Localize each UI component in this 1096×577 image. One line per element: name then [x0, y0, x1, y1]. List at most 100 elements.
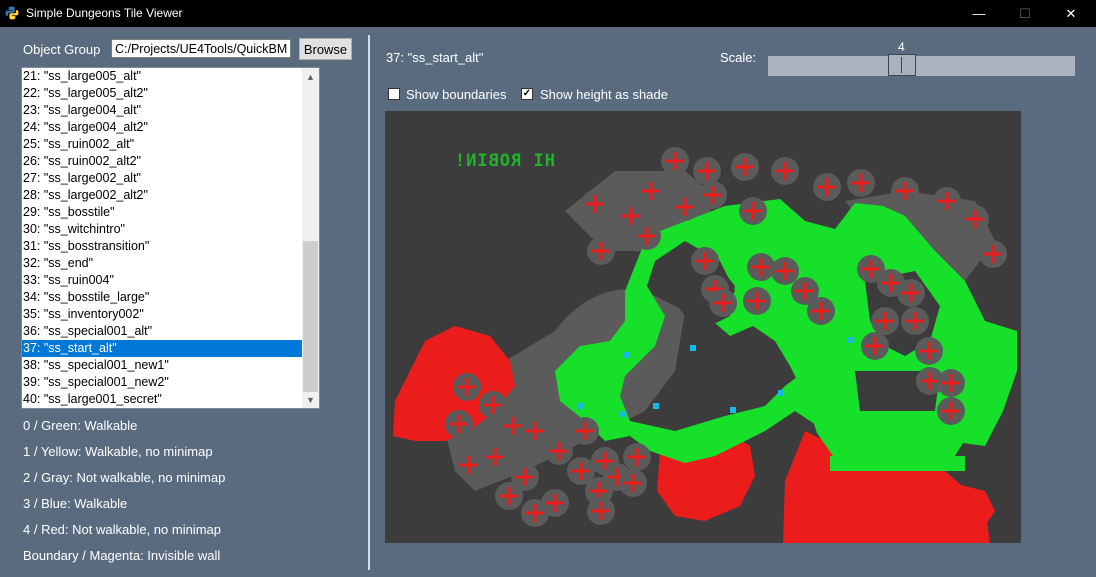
- object-group-label: Object Group: [23, 42, 101, 57]
- red-cross-marker-icon: [661, 147, 689, 175]
- red-cross-marker-icon: [541, 489, 569, 517]
- red-cross-marker-icon: [587, 497, 615, 525]
- scale-label: Scale:: [720, 50, 757, 65]
- maximize-button[interactable]: ☐: [1002, 0, 1048, 27]
- selected-tile-title: 37: "ss_start_alt": [386, 50, 484, 65]
- tile-list-item[interactable]: 33: "ss_ruin004": [22, 272, 304, 289]
- red-cross-marker-icon: [455, 451, 483, 479]
- red-cross-marker-icon: [453, 373, 481, 401]
- checkmark-icon: ✓: [522, 88, 532, 99]
- browse-button[interactable]: Browse: [299, 38, 352, 60]
- legend-boundary: Boundary / Magenta: Invisible wall: [23, 548, 221, 563]
- red-cross-marker-icon: [691, 247, 719, 275]
- tile-list-item[interactable]: 26: "ss_ruin002_alt2": [22, 153, 304, 170]
- tile-list[interactable]: 21: "ss_large005_alt" 22: "ss_large005_al…: [21, 67, 320, 409]
- tile-list-item[interactable]: 29: "ss_bosstile": [22, 204, 304, 221]
- legend-blue: 3 / Blue: Walkable: [23, 496, 128, 511]
- tile-list-item[interactable]: 22: "ss_large005_alt2": [22, 85, 304, 102]
- red-cross-marker-icon: [545, 437, 573, 465]
- red-cross-marker-icon: [587, 237, 615, 265]
- legend-gray: 2 / Gray: Not walkable, no minimap: [23, 470, 226, 485]
- tile-list-item[interactable]: 27: "ss_large002_alt": [22, 170, 304, 187]
- title-bar: Simple Dungeons Tile Viewer — ☐ ✕: [0, 0, 1096, 27]
- red-cross-marker-icon: [901, 307, 929, 335]
- red-cross-marker-icon: [847, 169, 875, 197]
- red-cross-marker-icon: [743, 287, 771, 315]
- tile-list-item[interactable]: 39: "ss_special001_new2": [22, 374, 304, 391]
- tile-list-item[interactable]: 24: "ss_large004_alt2": [22, 119, 304, 136]
- scroll-up-arrow-icon[interactable]: ▲: [302, 68, 319, 85]
- red-cross-marker-icon: [709, 289, 737, 317]
- red-cross-marker-icon: [619, 469, 647, 497]
- tile-list-item[interactable]: 34: "ss_bosstile_large": [22, 289, 304, 306]
- red-cross-marker-icon: [807, 297, 835, 325]
- show-height-checkbox[interactable]: ✓: [521, 88, 533, 100]
- tile-list-item[interactable]: 32: "ss_end": [22, 255, 304, 272]
- red-cross-marker-icon: [479, 391, 507, 419]
- object-group-path-input[interactable]: [111, 39, 291, 58]
- red-cross-marker-icon: [571, 417, 599, 445]
- red-cross-marker-icon: [897, 279, 925, 307]
- red-cross-marker-icon: [871, 307, 899, 335]
- red-cross-marker-icon: [623, 443, 651, 471]
- red-cross-marker-icon: [731, 153, 759, 181]
- show-boundaries-label[interactable]: Show boundaries: [406, 87, 506, 102]
- legend-green: 0 / Green: Walkable: [23, 418, 138, 433]
- show-boundaries-checkbox[interactable]: [388, 88, 400, 100]
- red-cross-marker-icon: [445, 410, 473, 438]
- red-cross-marker-icon: [771, 157, 799, 185]
- tile-text: HI ROBIN!: [454, 151, 555, 171]
- red-cross-marker-icon: [739, 197, 767, 225]
- red-cross-marker-icon: [937, 397, 965, 425]
- panel-divider: [368, 35, 370, 570]
- tile-list-item[interactable]: 38: "ss_special001_new1": [22, 357, 304, 374]
- python-logo-icon: [5, 6, 19, 20]
- red-cross-marker-icon: [633, 222, 661, 250]
- tile-map: HI ROBIN!: [393, 147, 1017, 543]
- red-cross-marker-icon: [495, 482, 523, 510]
- red-cross-marker-icon: [699, 181, 727, 209]
- legend-yellow: 1 / Yellow: Walkable, no minimap: [23, 444, 213, 459]
- scale-value: 4: [898, 40, 905, 54]
- show-height-label[interactable]: Show height as shade: [540, 87, 668, 102]
- tile-list-item[interactable]: 28: "ss_large002_alt2": [22, 187, 304, 204]
- tile-list-item[interactable]: 25: "ss_ruin002_alt": [22, 136, 304, 153]
- tile-text-mirrored: HI ROBIN!: [454, 151, 555, 171]
- red-cross-marker-icon: [979, 240, 1007, 268]
- red-cross-marker-icon: [771, 257, 799, 285]
- red-cross-marker-icon: [933, 187, 961, 215]
- red-cross-marker-icon: [813, 173, 841, 201]
- red-cross-marker-icon: [481, 443, 509, 471]
- window-title: Simple Dungeons Tile Viewer: [26, 6, 183, 20]
- red-cross-marker-icon: [961, 205, 989, 233]
- red-cross-marker-icon: [581, 190, 609, 218]
- scale-slider[interactable]: [768, 56, 1075, 76]
- tile-list-item[interactable]: 31: "ss_bosstransition": [22, 238, 304, 255]
- red-cross-marker-icon: [891, 177, 919, 205]
- main-content: Object Group Browse 21: "ss_large005_alt…: [0, 27, 1096, 577]
- scroll-down-arrow-icon[interactable]: ▼: [302, 391, 319, 408]
- red-cross-marker-icon: [637, 177, 665, 205]
- red-cross-marker-icon: [521, 417, 549, 445]
- tile-list-item[interactable]: 30: "ss_witchintro": [22, 221, 304, 238]
- tile-list-item[interactable]: 36: "ss_special001_alt": [22, 323, 304, 340]
- tile-list-item[interactable]: 23: "ss_large004_alt": [22, 102, 304, 119]
- red-cross-marker-icon: [937, 369, 965, 397]
- close-button[interactable]: ✕: [1048, 0, 1094, 27]
- tile-list-item[interactable]: 40: "ss_large001_secret": [22, 391, 304, 408]
- tile-list-item[interactable]: 35: "ss_inventory002": [22, 306, 304, 323]
- red-cross-marker-icon: [671, 193, 699, 221]
- legend-red: 4 / Red: Not walkable, no minimap: [23, 522, 221, 537]
- red-cross-marker-icon: [693, 157, 721, 185]
- scrollbar-thumb[interactable]: [303, 241, 318, 392]
- tile-list-scrollbar[interactable]: ▲ ▼: [302, 68, 319, 408]
- red-cross-marker-icon: [915, 337, 943, 365]
- tile-list-item[interactable]: 37: "ss_start_alt": [22, 340, 304, 357]
- red-cross-marker-icon: [861, 332, 889, 360]
- tile-preview: HI ROBIN!: [385, 111, 1021, 543]
- red-cross-marker-icon: [747, 253, 775, 281]
- minimize-button[interactable]: —: [956, 0, 1002, 27]
- tile-list-items: 21: "ss_large005_alt" 22: "ss_large005_al…: [22, 68, 304, 408]
- scale-slider-thumb[interactable]: [888, 54, 916, 76]
- tile-list-item[interactable]: 21: "ss_large005_alt": [22, 68, 304, 85]
